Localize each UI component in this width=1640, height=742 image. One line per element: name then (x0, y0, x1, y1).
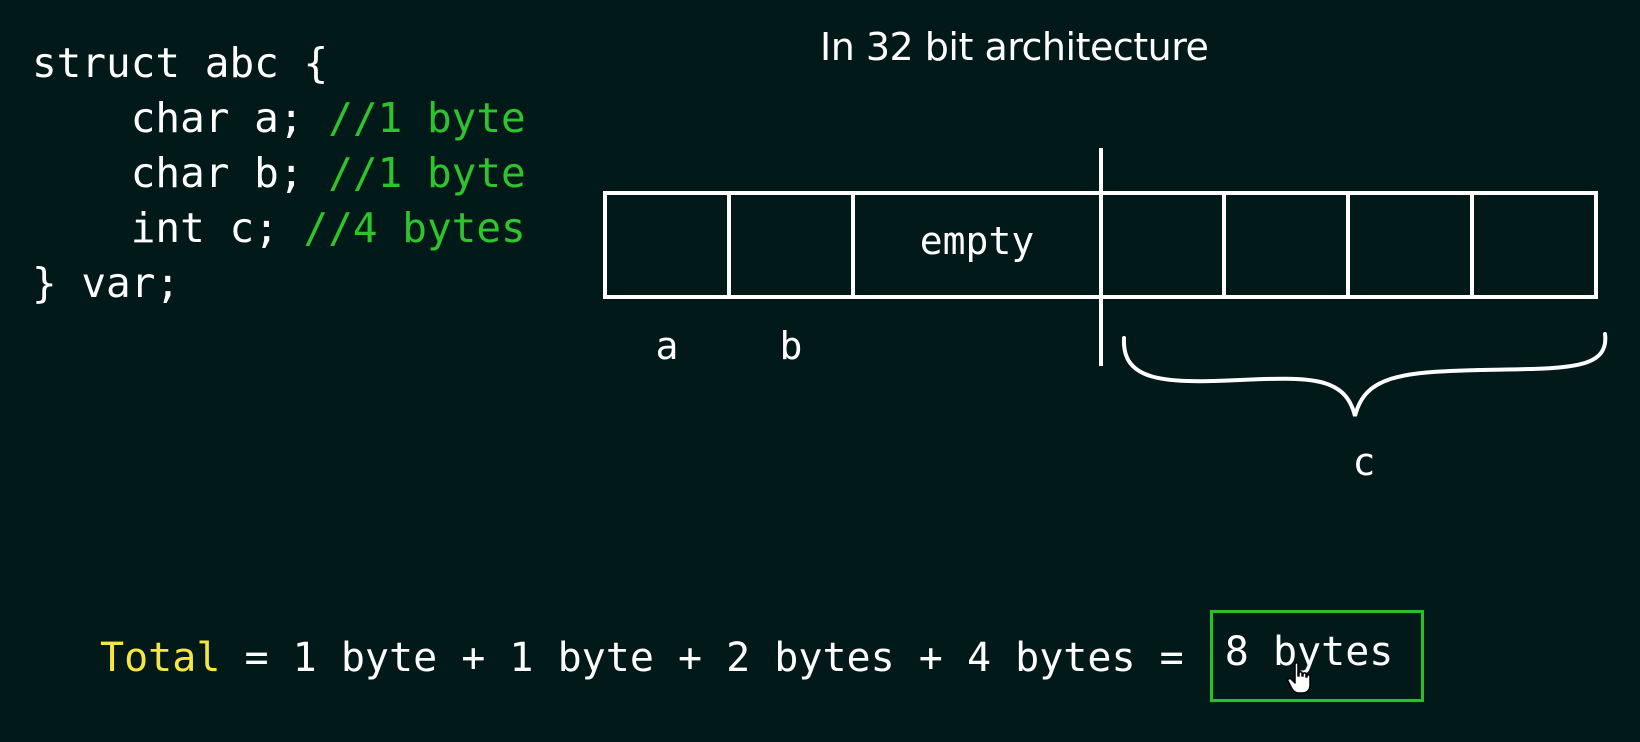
cell-empty-label: empty (919, 219, 1035, 263)
result-box: 8 bytes (1209, 610, 1425, 702)
label-a: a (655, 324, 679, 368)
total-line: Total = 1 byte + 1 byte + 2 bytes + 4 by… (100, 610, 1425, 706)
brace-c (1121, 332, 1608, 417)
label-b: b (779, 324, 803, 368)
total-expression: = 1 byte + 1 byte + 2 bytes + 4 bytes = (220, 635, 1208, 681)
label-c: c (1352, 440, 1376, 484)
hand-cursor-icon (1287, 662, 1311, 694)
total-label: Total (100, 635, 221, 681)
